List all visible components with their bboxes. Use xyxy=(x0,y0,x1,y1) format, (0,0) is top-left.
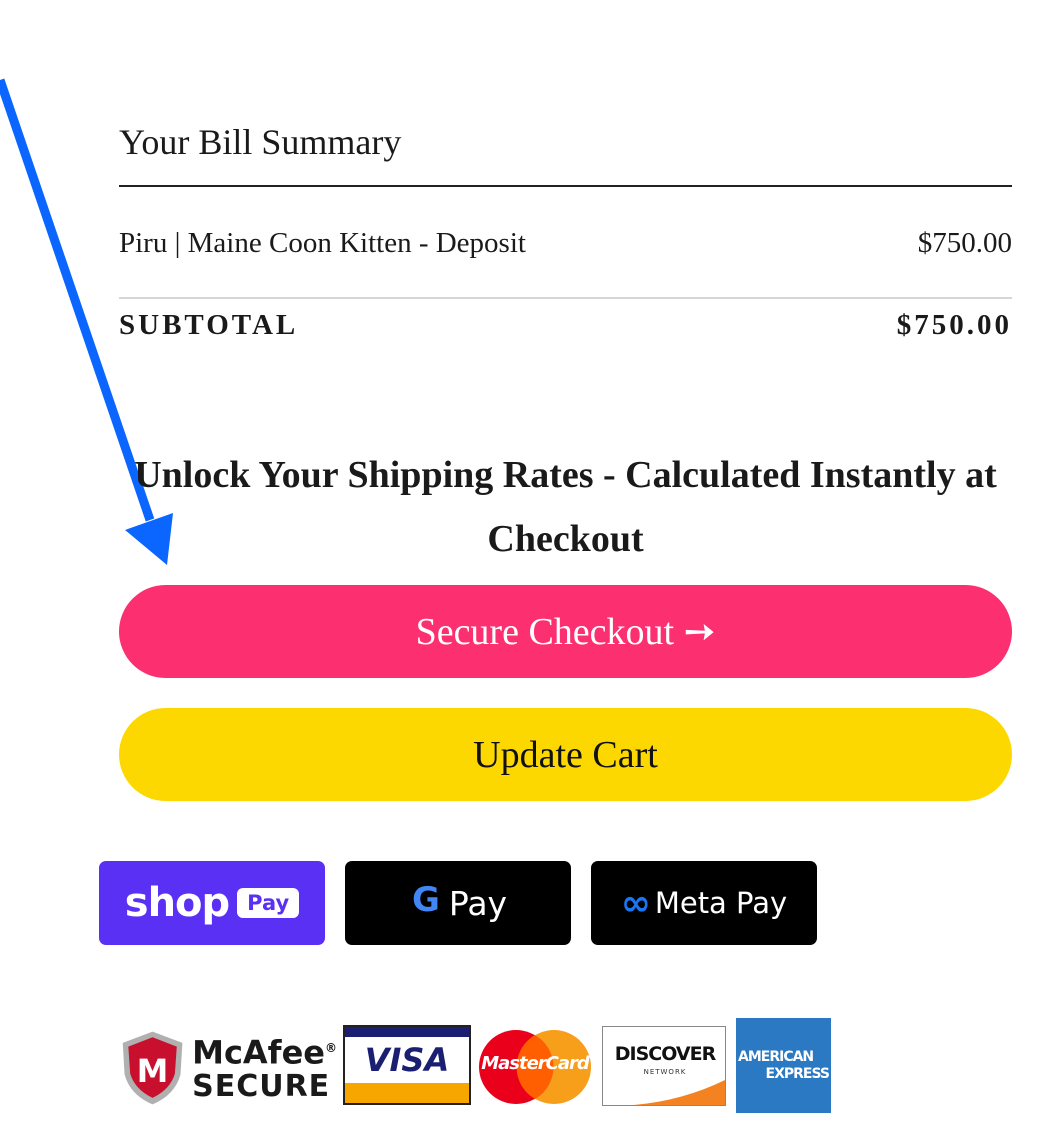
mcafee-brand: McAfee xyxy=(192,1033,325,1072)
bill-summary-title: Your Bill Summary xyxy=(119,122,402,162)
secure-checkout-button[interactable]: Secure Checkout ➙ xyxy=(119,585,1012,678)
discover-card-logo: DISCOVER NETWORK xyxy=(602,1026,726,1106)
shop-pay-pill: Pay xyxy=(237,888,300,918)
secure-checkout-label: Secure Checkout ➙ xyxy=(415,611,716,653)
discover-network: NETWORK xyxy=(643,1068,687,1076)
discover-wordmark: DISCOVER xyxy=(614,1043,716,1065)
svg-text:G: G xyxy=(412,882,440,916)
subtotal-label: SUBTOTAL xyxy=(119,309,299,341)
amex-card-logo: AMERICAN EXPRESS xyxy=(736,1018,831,1113)
google-g-glyph: G xyxy=(412,880,440,920)
line-item-name: Piru | Maine Coon Kitten - Deposit xyxy=(119,227,526,259)
amex-line1: AMERICAN xyxy=(738,1048,814,1065)
visa-wordmark: VISA xyxy=(364,1041,450,1079)
google-g-icon: G xyxy=(409,880,443,925)
google-pay-button[interactable]: G Pay xyxy=(345,861,571,945)
mastercard-wordmark: MasterCard xyxy=(481,1053,590,1074)
update-cart-label: Update Cart xyxy=(473,733,658,776)
line-item-price: $750.00 xyxy=(917,227,1012,259)
mcafee-shield-icon: M xyxy=(122,1031,183,1104)
mcafee-registered: ® xyxy=(325,1041,337,1056)
meta-pay-text: Meta Pay xyxy=(654,886,788,920)
amex-line2: EXPRESS xyxy=(765,1065,831,1082)
subtotal-value: $750.00 xyxy=(896,309,1012,341)
mastercard-logo: MasterCard xyxy=(476,1029,594,1105)
visa-card-logo: VISA xyxy=(343,1025,471,1105)
shop-pay-button[interactable]: shop Pay xyxy=(99,861,325,945)
meta-infinity-icon: ∞ xyxy=(620,882,651,924)
shipping-rates-note: Unlock Your Shipping Rates - Calculated … xyxy=(134,454,997,560)
cart-line-item: Piru | Maine Coon Kitten - Deposit $750.… xyxy=(119,224,1012,262)
subtotal-divider xyxy=(119,297,1012,299)
google-pay-text: Pay xyxy=(448,883,508,923)
summary-divider xyxy=(119,185,1012,187)
mcafee-secure-label: SECURE xyxy=(192,1068,331,1104)
mcafee-secure-badge: M McAfee® SECURE xyxy=(119,1005,337,1130)
update-cart-button[interactable]: Update Cart xyxy=(119,708,1012,801)
shop-pay-brand: shop xyxy=(124,880,230,926)
subtotal-row: SUBTOTAL $750.00 xyxy=(119,306,1012,344)
meta-pay-button[interactable]: ∞ Meta Pay xyxy=(591,861,817,945)
svg-text:M: M xyxy=(137,1053,169,1089)
discover-orange-band xyxy=(633,1079,725,1105)
